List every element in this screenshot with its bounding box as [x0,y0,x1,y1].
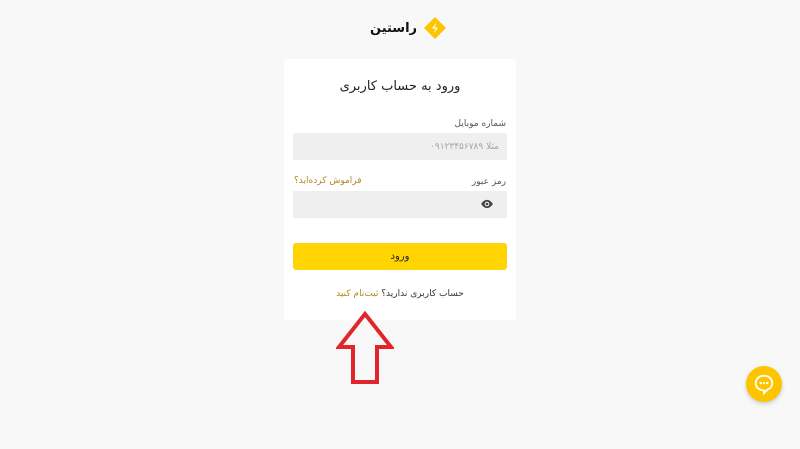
forgot-password-link[interactable]: فراموش کرده‌اید؟ [294,176,362,186]
password-label: رمز عبور [471,177,506,187]
eye-icon[interactable] [480,199,494,209]
chat-widget-button[interactable] [746,366,782,402]
login-button[interactable]: ورود [293,243,507,270]
chat-bubble-icon [754,374,774,395]
red-up-arrow-icon [336,311,394,384]
mobile-input[interactable] [293,133,507,160]
brand-name: راستین [370,20,418,36]
login-card: ورود به حساب کاربری شماره موبایل رمز عبو… [284,59,516,320]
mobile-label: شماره موبایل [454,119,506,129]
signup-link[interactable]: ثبت‌نام کنید [336,289,378,299]
signup-row: حساب کاربری ندارید؟ ثبت‌نام کنید [284,289,516,299]
no-account-text: حساب کاربری ندارید؟ [381,289,464,299]
page: راستین ورود به حساب کاربری شماره موبایل … [0,0,800,449]
login-title: ورود به حساب کاربری [339,79,461,94]
brand-logo[interactable]: راستین [370,16,447,40]
password-input[interactable] [293,191,507,218]
brand-logo-icon [424,17,447,39]
